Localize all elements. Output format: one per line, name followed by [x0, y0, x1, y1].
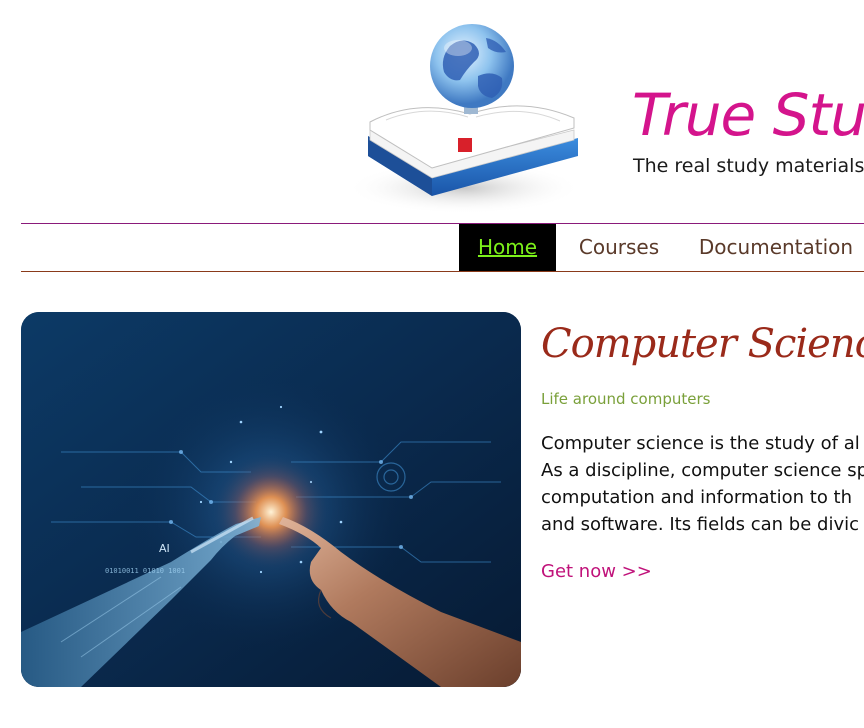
hero-image: AI 01010011 01010 1001 — [21, 312, 521, 687]
article-body-line: computation and information to th — [541, 487, 853, 508]
site-subtitle: The real study materials — [633, 155, 864, 177]
article-tagline: Life around computers — [541, 390, 711, 408]
get-now-link[interactable]: Get now >> — [541, 558, 652, 586]
binary-label: 01010011 01010 1001 — [105, 567, 185, 575]
ai-label: AI — [159, 542, 170, 555]
article-body-line: Computer science is the study of al — [541, 433, 860, 454]
ai-robot-human-hands-image: AI 01010011 01010 1001 — [21, 312, 521, 687]
globe-on-book-icon — [346, 24, 582, 214]
article-body: Computer science is the study of al As a… — [541, 430, 864, 538]
article-body-line: As a discipline, computer science sp — [541, 460, 864, 481]
main-nav: Home Courses Documentation — [21, 223, 864, 272]
nav-item-home[interactable]: Home — [459, 224, 556, 271]
article-title: Computer Science — [541, 321, 864, 367]
site-logo[interactable] — [346, 18, 586, 214]
site-title: True Stud — [632, 81, 864, 149]
nav-item-documentation[interactable]: Documentation — [691, 224, 861, 271]
nav-item-courses[interactable]: Courses — [569, 224, 669, 271]
page: True Stud The real study materials Home … — [0, 0, 864, 728]
article-body-line: and software. Its fields can be divic — [541, 514, 859, 535]
